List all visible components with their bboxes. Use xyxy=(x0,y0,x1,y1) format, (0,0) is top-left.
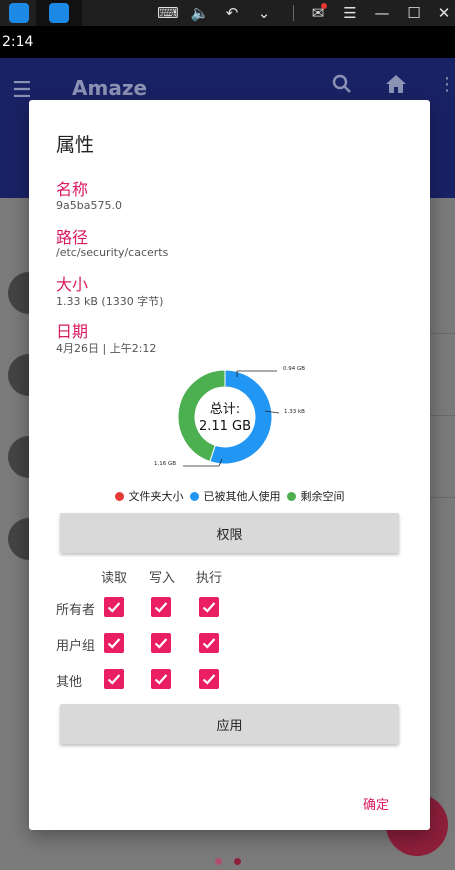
perm-header-execute: 执行 xyxy=(196,571,223,586)
check-icon xyxy=(107,602,121,613)
search-icon[interactable] xyxy=(332,74,352,99)
chevron-down-icon[interactable]: ⌄ xyxy=(251,0,277,26)
pie-center-value: 2.11 GB xyxy=(199,419,251,434)
checkbox-owner-execute[interactable] xyxy=(199,597,219,617)
date-value: 4月26日 | 上午2:12 xyxy=(56,342,157,355)
notification-dot xyxy=(321,3,327,9)
perm-row-group: 用户组 xyxy=(56,639,96,654)
emulator-title-bar: ⌨ 🔈 ↶ ⌄ ✉ ☰ — ☐ ✕ xyxy=(0,0,455,26)
legend-color-dot xyxy=(189,492,199,501)
page-dot-active xyxy=(234,858,241,865)
checkbox-group-execute[interactable] xyxy=(199,633,219,653)
size-value: 1.33 kB (1330 字节) xyxy=(56,295,164,308)
legend-color-dot xyxy=(286,492,296,501)
perm-row-other: 其他 xyxy=(56,675,83,690)
file-manager-app-icon[interactable] xyxy=(49,3,69,23)
storage-pie-chart: 1.33 kB 1.16 GB 0.94 GB 总计: 2.11 GB xyxy=(154,366,305,467)
ok-button[interactable]: 确定 xyxy=(351,795,401,817)
checkbox-other-execute[interactable] xyxy=(199,669,219,689)
pie-slice-label-1: 1.16 GB xyxy=(154,461,176,467)
emulator-app-icon[interactable] xyxy=(9,3,29,23)
close-icon[interactable]: ✕ xyxy=(431,0,455,26)
path-label: 路径 xyxy=(56,228,89,247)
home-icon[interactable] xyxy=(385,74,407,99)
perm-header-write: 写入 xyxy=(149,571,176,586)
legend-item-1: 已被其他人使用 xyxy=(189,488,281,504)
checkbox-other-read[interactable] xyxy=(104,669,124,689)
status-bar: 2:14 xyxy=(0,26,455,58)
check-icon xyxy=(202,638,216,649)
checkbox-owner-read[interactable] xyxy=(104,597,124,617)
path-value: /etc/security/cacerts xyxy=(56,246,169,259)
page-dot xyxy=(215,858,222,865)
checkbox-group-write[interactable] xyxy=(151,633,171,653)
legend-color-dot xyxy=(114,492,124,501)
check-icon xyxy=(154,674,168,685)
divider xyxy=(293,5,294,21)
keyboard-icon[interactable]: ⌨ xyxy=(155,0,181,26)
check-icon xyxy=(154,638,168,649)
checkbox-other-write[interactable] xyxy=(151,669,171,689)
divider xyxy=(430,415,455,416)
pie-slice-label-2: 0.94 GB xyxy=(283,366,305,372)
hamburger-menu-icon[interactable]: ☰ xyxy=(12,78,32,103)
size-label: 大小 xyxy=(56,275,89,294)
page-indicator xyxy=(215,850,253,869)
pie-slice-label-0: 1.33 kB xyxy=(284,409,305,415)
app-title: Amaze xyxy=(72,76,148,100)
undo-icon[interactable]: ↶ xyxy=(219,0,245,26)
date-label: 日期 xyxy=(56,322,89,341)
minimize-icon[interactable]: — xyxy=(369,0,395,26)
divider xyxy=(430,497,455,498)
pie-center-label: 总计: xyxy=(210,402,240,417)
checkbox-owner-write[interactable] xyxy=(151,597,171,617)
properties-dialog: 属性 名称 9a5ba575.0 路径 /etc/security/cacert… xyxy=(29,100,430,830)
name-value: 9a5ba575.0 xyxy=(56,199,122,212)
name-label: 名称 xyxy=(56,180,89,199)
checkbox-group-read[interactable] xyxy=(104,633,124,653)
apply-button[interactable]: 应用 xyxy=(60,704,399,744)
more-options-icon[interactable]: ⋮ xyxy=(438,74,455,95)
check-icon xyxy=(107,638,121,649)
chart-legend: 文件夹大小 已被其他人使用 剩余空间 xyxy=(29,488,430,504)
check-icon xyxy=(154,602,168,613)
check-icon xyxy=(202,674,216,685)
legend-item-2: 剩余空间 xyxy=(286,488,345,504)
volume-icon[interactable]: 🔈 xyxy=(187,0,213,26)
perm-row-owner: 所有者 xyxy=(56,603,96,618)
permissions-button[interactable]: 权限 xyxy=(60,513,399,553)
dialog-title: 属性 xyxy=(56,134,95,156)
check-icon xyxy=(202,602,216,613)
mail-icon[interactable]: ✉ xyxy=(305,0,331,26)
menu-icon[interactable]: ☰ xyxy=(337,0,363,26)
maximize-icon[interactable]: ☐ xyxy=(401,0,427,26)
legend-label: 已被其他人使用 xyxy=(203,490,281,503)
check-icon xyxy=(107,674,121,685)
status-time: 2:14 xyxy=(2,34,34,50)
legend-label: 文件夹大小 xyxy=(128,490,184,503)
perm-header-read: 读取 xyxy=(101,571,128,586)
divider xyxy=(430,333,455,334)
legend-label: 剩余空间 xyxy=(300,490,345,503)
legend-item-0: 文件夹大小 xyxy=(114,488,184,504)
